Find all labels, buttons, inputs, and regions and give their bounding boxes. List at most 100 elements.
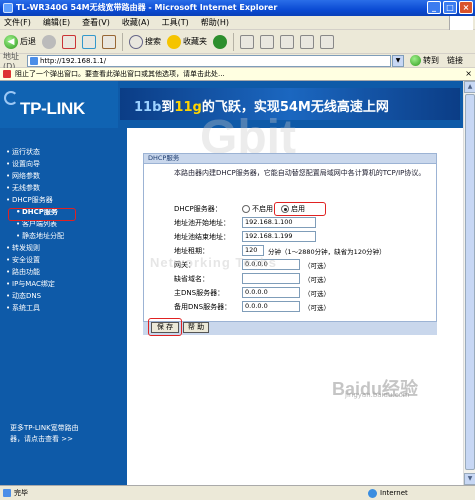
forward-arrow-icon <box>42 34 56 49</box>
dhcp-service-highlight <box>8 208 76 221</box>
sidebar-item-ddns[interactable]: 动态DNS <box>0 290 127 302</box>
end-address-label: 地址池结束地址： <box>174 232 230 241</box>
toolbar: ◀ 后退 搜索 收藏夹 <box>0 30 475 54</box>
dns2-label: 备用DNS服务器： <box>174 302 232 311</box>
address-url: http://192.168.1.1/ <box>40 56 107 65</box>
menu-view[interactable]: 查看(V) <box>82 17 110 28</box>
minimize-button[interactable]: _ <box>427 1 441 14</box>
lease-label: 地址租期： <box>174 246 209 255</box>
end-address-input[interactable]: 192.168.1.199 <box>242 231 316 242</box>
toolbar-separator <box>233 32 234 51</box>
watermark-baidu-url: jingyan.baidu.com <box>345 391 410 399</box>
tp-link-logo-icon <box>4 91 18 105</box>
sidebar-item-status[interactable]: 运行状态 <box>0 146 127 158</box>
radio-enable-highlight <box>274 202 326 216</box>
close-button[interactable]: × <box>459 1 473 14</box>
sidebar-nav: 运行状态 设置向导 网络参数 无线参数 DHCP服务器 DHCP服务 客户端列表… <box>0 128 127 485</box>
gateway-optional: （可选） <box>304 261 330 270</box>
refresh-icon[interactable] <box>82 34 96 49</box>
stop-icon[interactable] <box>62 34 76 49</box>
page-icon <box>30 56 38 65</box>
promo-line-1: 更多TP-LINK宽带路由 <box>10 424 79 432</box>
back-label: 后退 <box>20 37 36 46</box>
watermark-networking: Networking Techs <box>150 255 278 270</box>
sidebar-item-network[interactable]: 网络参数 <box>0 170 127 182</box>
dns2-row: 备用DNS服务器： 0.0.0.0 （可选） <box>174 300 330 313</box>
scroll-up-icon[interactable]: ▲ <box>464 81 475 93</box>
links-button[interactable]: 链接 <box>447 55 463 66</box>
promo-link[interactable]: 更多TP-LINK宽带路由 器，请点击查看 >> <box>10 423 120 445</box>
messenger-icon[interactable] <box>320 34 334 49</box>
start-address-label: 地址池开始地址： <box>174 218 230 227</box>
domain-optional: （可选） <box>304 275 330 284</box>
menu-tools[interactable]: 工具(T) <box>162 17 189 28</box>
tp-link-logo: TP-LINK <box>20 99 85 118</box>
sidebar-item-wizard[interactable]: 设置向导 <box>0 158 127 170</box>
vertical-scrollbar[interactable]: ▲ ▼ <box>463 81 475 485</box>
sidebar-item-dhcp-server[interactable]: DHCP服务器 <box>0 194 127 206</box>
sidebar-item-wireless[interactable]: 无线参数 <box>0 182 127 194</box>
logo-area: TP-LINK <box>0 81 118 128</box>
window-title: TL-WR340G 54M无线宽带路由器 - Microsoft Interne… <box>16 3 278 12</box>
page-done-icon <box>3 489 11 497</box>
scroll-down-icon[interactable]: ▼ <box>464 473 475 485</box>
address-input[interactable]: http://192.168.1.1/ <box>27 54 391 67</box>
favorites-button[interactable]: 收藏夹 <box>167 34 207 49</box>
forward-button[interactable] <box>42 34 56 49</box>
radio-disable[interactable]: 不启用 <box>242 204 273 214</box>
dns1-input[interactable]: 0.0.0.0 <box>242 287 300 298</box>
search-button[interactable]: 搜索 <box>129 34 161 49</box>
end-address-row: 地址池结束地址： 192.168.1.199 <box>174 230 316 243</box>
shield-icon <box>3 70 11 78</box>
back-button[interactable]: ◀ 后退 <box>4 34 36 49</box>
sidebar-item-forwarding[interactable]: 转发规则 <box>0 242 127 254</box>
save-button-highlight <box>148 318 182 336</box>
discuss-icon[interactable] <box>300 34 314 49</box>
domain-input[interactable] <box>242 273 300 284</box>
sidebar-item-ip-mac-binding[interactable]: IP与MAC绑定 <box>0 278 127 290</box>
promo-line-2: 器，请点击查看 >> <box>10 435 73 443</box>
windows-logo-icon <box>449 16 473 30</box>
slogan-11g: 11g <box>174 100 202 115</box>
sidebar-item-routing[interactable]: 路由功能 <box>0 266 127 278</box>
go-arrow-icon <box>410 55 421 66</box>
panel-title: DHCP服务 <box>144 154 436 164</box>
slogan-mid: 到 <box>161 100 175 115</box>
zone-text: Internet <box>380 489 408 497</box>
menu-bar: 文件(F) 编辑(E) 查看(V) 收藏(A) 工具(T) 帮助(H) <box>0 16 475 30</box>
address-dropdown-button[interactable]: ▼ <box>392 54 404 67</box>
back-arrow-icon: ◀ <box>4 34 18 49</box>
favorites-label: 收藏夹 <box>183 37 207 46</box>
dns1-label: 主DNS服务器： <box>174 288 225 297</box>
dhcp-server-label: DHCP服务器： <box>174 204 222 213</box>
menu-favorites[interactable]: 收藏(A) <box>122 17 150 28</box>
media-icon[interactable] <box>213 34 227 49</box>
sidebar-item-static-address[interactable]: 静态地址分配 <box>0 230 127 242</box>
sidebar-item-security[interactable]: 安全设置 <box>0 254 127 266</box>
internet-zone-icon <box>368 489 377 498</box>
home-icon[interactable] <box>102 34 116 49</box>
address-bar: 地址(D) http://192.168.1.1/ ▼ 转到 链接 <box>0 52 475 71</box>
start-address-input[interactable]: 192.168.1.100 <box>242 217 316 228</box>
go-button[interactable]: 转到 <box>410 55 439 66</box>
menu-edit[interactable]: 编辑(E) <box>43 17 70 28</box>
close-icon[interactable]: × <box>465 68 472 80</box>
start-address-row: 地址池开始地址： 192.168.1.100 <box>174 216 316 229</box>
menu-help[interactable]: 帮助(H) <box>201 17 229 28</box>
print-icon[interactable] <box>260 34 274 49</box>
dhcp-server-row: DHCP服务器： 不启用 启用 <box>174 202 326 216</box>
toolbar-separator <box>122 32 123 51</box>
sidebar-item-system-tools[interactable]: 系统工具 <box>0 302 127 314</box>
popup-blocked-infobar[interactable]: 阻止了一个弹出窗口。要查看此弹出窗口或其他选项，请单击此处... × <box>0 68 475 81</box>
edit-icon[interactable] <box>280 34 294 49</box>
mail-icon[interactable] <box>240 34 254 49</box>
help-button[interactable]: 帮 助 <box>183 322 209 333</box>
panel-description: 本路由器内建DHCP服务器，它能自动替您配置局域网中各计算机的TCP/IP协议。 <box>174 169 426 177</box>
dns2-input[interactable]: 0.0.0.0 <box>242 301 300 312</box>
scroll-thumb[interactable] <box>465 94 475 470</box>
dns1-optional: （可选） <box>304 289 330 298</box>
status-text: 完毕 <box>14 489 28 497</box>
ie-icon <box>3 3 13 13</box>
maximize-button[interactable]: □ <box>443 1 457 14</box>
menu-file[interactable]: 文件(F) <box>4 17 31 28</box>
